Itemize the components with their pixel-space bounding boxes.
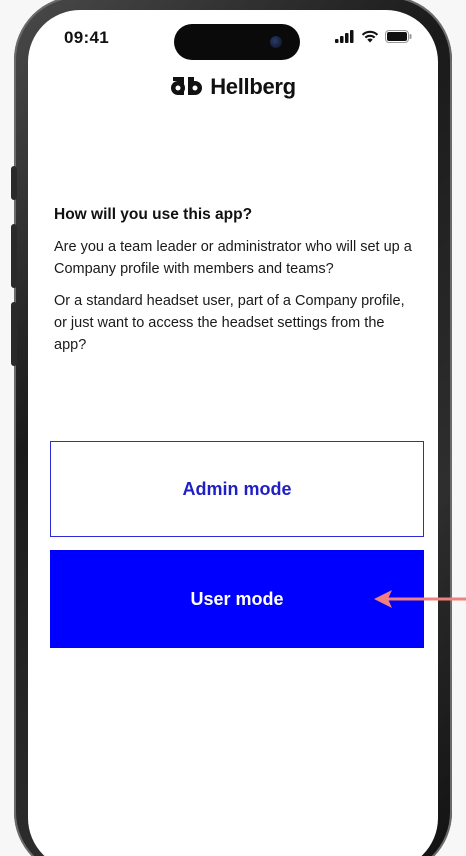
status-time: 09:41 — [64, 28, 109, 47]
onboarding-paragraph-admin: Are you a team leader or administrator w… — [54, 239, 412, 277]
onboarding-content: How will you use this app? Are you a tea… — [54, 206, 414, 366]
admin-mode-button[interactable]: Admin mode — [50, 441, 424, 537]
onboarding-heading: How will you use this app? — [54, 206, 253, 223]
user-mode-button[interactable]: User mode — [50, 550, 424, 648]
status-icons — [335, 30, 412, 43]
wifi-icon — [361, 30, 379, 43]
signal-icon — [335, 30, 354, 43]
dynamic-island — [174, 24, 300, 60]
phone-volume-down-button — [11, 302, 17, 366]
screenshot-stage: 09:41 Hellberg How will you use this app… — [0, 0, 466, 856]
battery-icon — [385, 30, 412, 43]
app-logo: Hellberg — [28, 74, 438, 100]
phone-volume-up-button — [11, 224, 17, 288]
hellberg-logo-icon — [171, 77, 203, 95]
onboarding-paragraph-user: Or a standard headset user, part of a Co… — [54, 293, 405, 353]
phone-screen: 09:41 Hellberg How will you use this app… — [28, 10, 438, 856]
status-bar: 09:41 — [28, 10, 438, 66]
phone-side-button — [11, 166, 17, 200]
brand-name: Hellberg — [210, 74, 296, 99]
annotation-arrow-icon — [374, 590, 466, 608]
front-camera-icon — [270, 36, 282, 48]
